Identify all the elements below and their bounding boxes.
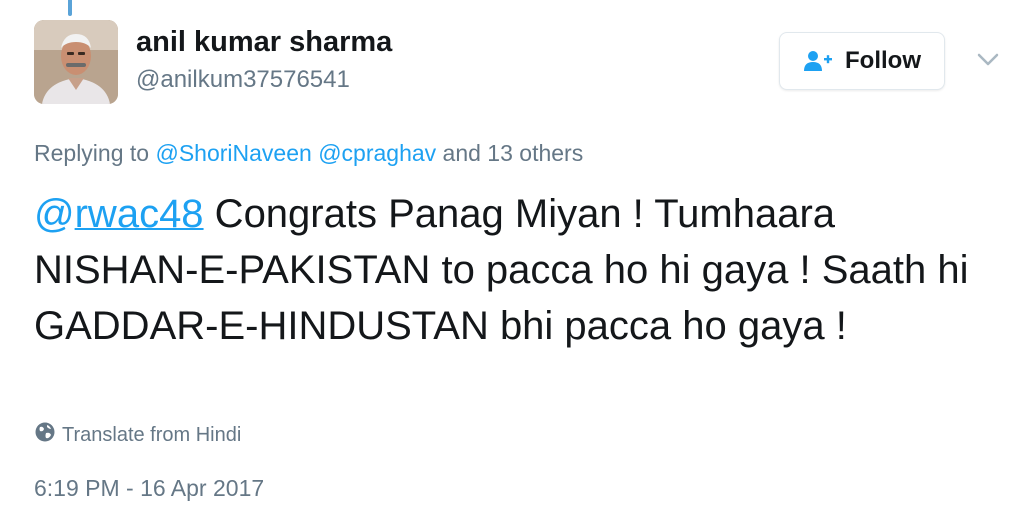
- user-handle[interactable]: @anilkum37576541: [136, 66, 350, 94]
- tweet-timestamp[interactable]: 6:19 PM - 16 Apr 2017: [34, 475, 264, 502]
- replying-to-line: Replying to @ShoriNaveen @cpraghav and 1…: [34, 140, 583, 167]
- replying-prefix: Replying to: [34, 140, 150, 166]
- mention-link[interactable]: @rwac48: [34, 192, 204, 236]
- add-person-icon: [803, 50, 833, 72]
- mention-at-sign: @: [34, 192, 75, 236]
- translate-label: Translate from Hindi: [62, 423, 242, 446]
- follow-button-label: Follow: [845, 47, 921, 74]
- mention-username: rwac48: [74, 192, 204, 236]
- follow-button[interactable]: Follow: [779, 32, 945, 90]
- reply-others-text[interactable]: and 13 others: [443, 140, 584, 166]
- display-name[interactable]: anil kumar sharma: [136, 26, 392, 59]
- reply-mention-link[interactable]: @ShoriNaveen: [155, 140, 311, 166]
- tweet-text: @rwac48 Congrats Panag Miyan ! Tumhaara …: [34, 186, 994, 354]
- chevron-down-icon[interactable]: [974, 48, 1002, 72]
- globe-icon: [34, 421, 56, 449]
- tweet-card: anil kumar sharma @anilkum37576541 Follo…: [0, 0, 1024, 520]
- reply-mention-link[interactable]: @cpraghav: [318, 140, 436, 166]
- avatar[interactable]: [34, 20, 118, 104]
- thread-connector-line: [68, 0, 72, 16]
- translate-link[interactable]: Translate from Hindi: [34, 421, 241, 449]
- avatar-image: [34, 20, 118, 104]
